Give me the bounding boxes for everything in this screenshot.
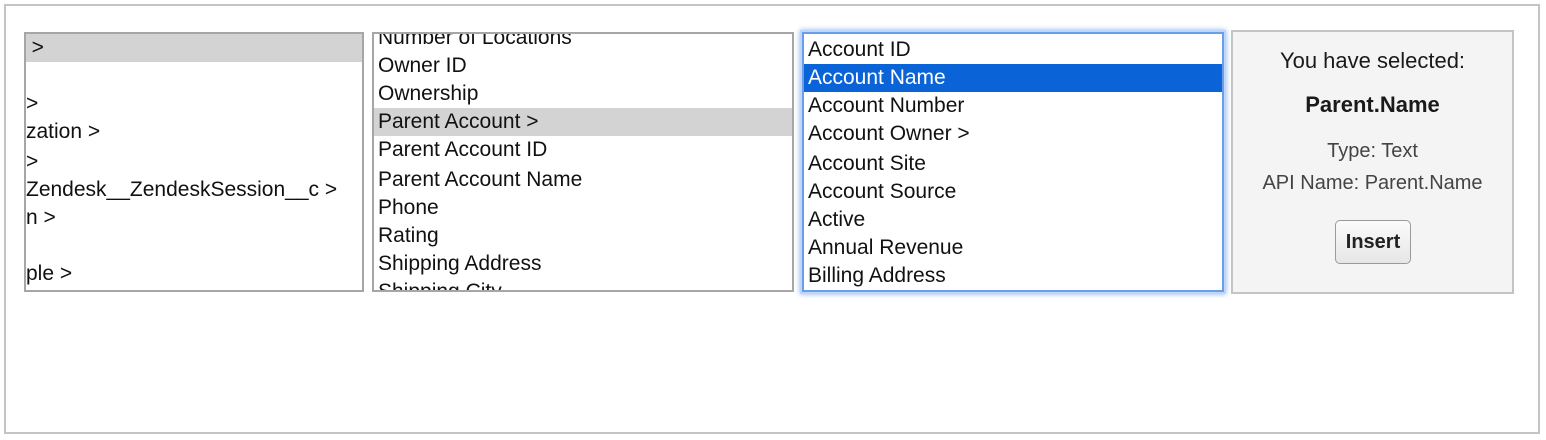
list1-option[interactable]: zation > xyxy=(26,118,362,146)
list1-option[interactable]: > xyxy=(26,90,362,118)
list1-option[interactable]: ple > xyxy=(26,260,362,288)
list2-option[interactable]: Parent Account ID xyxy=(374,136,792,164)
object-list-level-1[interactable]: t > > zation > > Zendesk__ZendeskSession… xyxy=(24,32,364,292)
list2-option[interactable]: Parent Account Name xyxy=(374,166,792,194)
list2-option[interactable]: Shipping City xyxy=(374,278,792,290)
list1-option[interactable]: Zendesk__ZendeskSession__c > xyxy=(26,176,362,204)
list1-option[interactable]: n > xyxy=(26,204,362,232)
list3-option-selected[interactable]: Account Name xyxy=(804,64,1222,92)
list3-option[interactable]: Account ID xyxy=(804,36,1222,64)
list3-option[interactable]: Account Owner > xyxy=(804,120,1222,148)
selected-field-type: Type: Text xyxy=(1327,140,1418,162)
list2-option[interactable]: Parent Account > xyxy=(374,108,792,136)
list2-option[interactable]: Phone xyxy=(374,194,792,222)
list3-option[interactable]: Annual Revenue xyxy=(804,234,1222,262)
list3-option[interactable]: Billing Address xyxy=(804,262,1222,290)
list1-option[interactable]: t > xyxy=(26,34,362,62)
list3-option[interactable]: Account Site xyxy=(804,150,1222,178)
object-list-level-2[interactable]: Number of Locations Owner ID Ownership P… xyxy=(372,32,794,292)
list2-option[interactable]: Shipping Address xyxy=(374,250,792,278)
list2-option[interactable]: Ownership xyxy=(374,80,792,108)
field-list-level-3[interactable]: Account ID Account Name Account Number A… xyxy=(802,32,1224,292)
list3-option[interactable]: Account Number xyxy=(804,92,1222,120)
selected-field-name: Parent.Name xyxy=(1305,92,1440,117)
selection-info-panel: You have selected: Parent.Name Type: Tex… xyxy=(1231,30,1514,294)
selection-heading: You have selected: xyxy=(1279,48,1466,73)
list2-option[interactable]: Owner ID xyxy=(374,52,792,80)
selected-field-api-name: API Name: Parent.Name xyxy=(1262,172,1483,194)
list3-option[interactable]: Account Source xyxy=(804,178,1222,206)
list1-option[interactable]: > xyxy=(26,148,362,176)
list2-option[interactable]: Rating xyxy=(374,222,792,250)
insert-button[interactable]: Insert xyxy=(1335,220,1411,264)
list3-option[interactable]: Active xyxy=(804,206,1222,234)
list2-option[interactable]: Number of Locations xyxy=(374,34,792,52)
